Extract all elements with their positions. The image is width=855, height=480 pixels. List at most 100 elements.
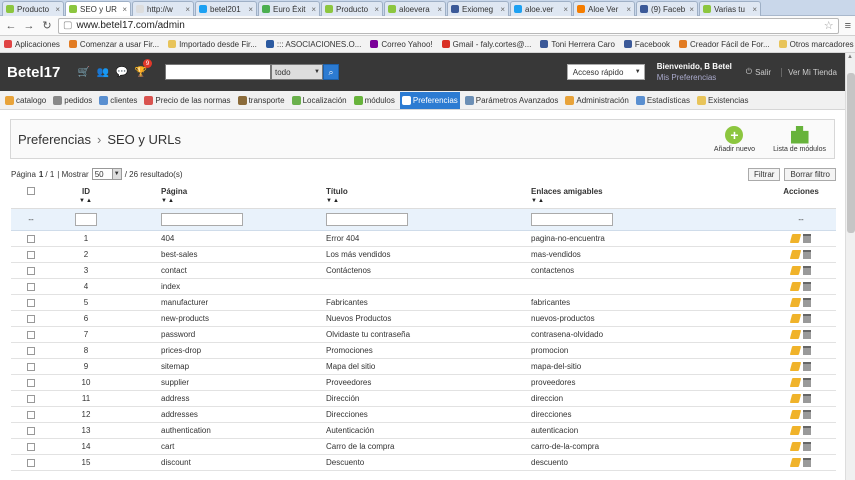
nav-item[interactable]: módulos [352, 92, 397, 109]
delete-icon[interactable] [803, 394, 811, 403]
delete-icon[interactable] [803, 362, 811, 371]
bookmark-item[interactable]: Creador Fácil de For... [679, 40, 770, 49]
nav-item[interactable]: catalogo [3, 92, 48, 109]
filter-title-input[interactable] [326, 213, 408, 226]
row-checkbox[interactable] [27, 394, 35, 403]
table-row[interactable]: 15 discount Descuento descuento [11, 455, 836, 471]
table-row[interactable]: 7 password Olvidaste tu contraseña contrase… [11, 327, 836, 343]
delete-icon[interactable] [803, 282, 811, 291]
table-row[interactable]: 12 addresses Direcciones direcciones [11, 407, 836, 423]
row-checkbox[interactable] [27, 314, 35, 323]
browser-tab[interactable]: Varias tu × [699, 1, 761, 16]
nav-item[interactable]: pedidos [51, 92, 94, 109]
edit-icon[interactable] [789, 362, 802, 371]
edit-icon[interactable] [789, 234, 802, 243]
bookmark-item[interactable]: Correo Yahoo! [370, 40, 433, 49]
nav-item[interactable]: clientes [97, 92, 139, 109]
breadcrumb-parent[interactable]: Preferencias [18, 132, 91, 147]
close-icon[interactable]: × [311, 5, 316, 14]
close-icon[interactable]: × [55, 5, 60, 14]
close-icon[interactable]: × [626, 5, 631, 14]
edit-icon[interactable] [789, 330, 802, 339]
browser-tab[interactable]: aloe.ver × [510, 1, 572, 16]
row-checkbox[interactable] [27, 282, 35, 291]
delete-icon[interactable] [803, 250, 811, 259]
filter-friendly-input[interactable] [531, 213, 613, 226]
url-input[interactable]: ▢ www.betel17.com/admin ☆ [58, 17, 839, 34]
close-icon[interactable]: × [500, 5, 505, 14]
table-row[interactable]: 1 404 Error 404 pagina-no-encuentra [11, 231, 836, 247]
sort-arrows-icon[interactable]: ▼▲ [531, 198, 766, 204]
edit-icon[interactable] [789, 282, 802, 291]
filter-page-input[interactable] [161, 213, 243, 226]
bookmark-item[interactable]: Importado desde Fir... [168, 40, 257, 49]
select-all-checkbox[interactable] [27, 187, 35, 195]
browser-menu-icon[interactable]: ≡ [845, 20, 851, 32]
bookmark-star-icon[interactable]: ☆ [824, 19, 834, 32]
page-scrollbar[interactable]: ▲ [845, 53, 855, 480]
browser-tab[interactable]: Aloe Ver × [573, 1, 635, 16]
browser-tab[interactable]: Producto × [321, 1, 383, 16]
delete-icon[interactable] [803, 442, 811, 451]
my-preferences-link[interactable]: Mis Preferencias [657, 72, 742, 83]
nav-item[interactable]: Estadísticas [634, 92, 692, 109]
row-checkbox[interactable] [27, 426, 35, 435]
view-store-link[interactable]: Ver Mi Tienda [781, 67, 837, 77]
add-new-button[interactable]: + Añadir nuevo [714, 125, 755, 153]
bookmark-item[interactable]: Toni Herrera Caro [540, 40, 615, 49]
close-icon[interactable]: × [563, 5, 568, 14]
customers-icon[interactable]: 👥 [96, 65, 110, 79]
delete-icon[interactable] [803, 330, 811, 339]
search-scope-select[interactable]: todo ▼ [271, 64, 323, 80]
logout-button[interactable]: ⏻ Salir [746, 67, 771, 77]
edit-icon[interactable] [789, 314, 802, 323]
table-row[interactable]: 10 supplier Proveedores proveedores [11, 375, 836, 391]
close-icon[interactable]: × [248, 5, 253, 14]
row-checkbox[interactable] [27, 250, 35, 259]
browser-tab[interactable]: betel201 × [195, 1, 257, 16]
sort-arrows-icon[interactable]: ▼▲ [326, 198, 531, 204]
edit-icon[interactable] [789, 378, 802, 387]
delete-icon[interactable] [803, 458, 811, 467]
close-icon[interactable]: × [374, 5, 379, 14]
row-checkbox[interactable] [27, 410, 35, 419]
browser-tab[interactable]: (9) Faceb × [636, 1, 698, 16]
browser-tab[interactable]: aloevera × [384, 1, 446, 16]
sort-arrows-icon[interactable]: ▼▲ [161, 198, 326, 204]
row-checkbox[interactable] [27, 458, 35, 467]
delete-icon[interactable] [803, 346, 811, 355]
delete-icon[interactable] [803, 266, 811, 275]
edit-icon[interactable] [789, 410, 802, 419]
browser-tab[interactable]: Euro Éxit × [258, 1, 320, 16]
nav-item[interactable]: Localización [290, 92, 349, 109]
row-checkbox[interactable] [27, 234, 35, 243]
table-row[interactable]: 14 cart Carro de la compra carro-de-la-comp… [11, 439, 836, 455]
row-checkbox[interactable] [27, 378, 35, 387]
edit-icon[interactable] [789, 426, 802, 435]
browser-tab[interactable]: http://w × [132, 1, 194, 16]
row-checkbox[interactable] [27, 330, 35, 339]
cart-icon[interactable]: 🛒 [77, 65, 91, 79]
row-checkbox[interactable] [27, 266, 35, 275]
reset-filter-button[interactable]: Borrar filtro [784, 167, 836, 181]
per-page-select[interactable]: 50 ▼ [91, 168, 122, 180]
table-row[interactable]: 2 best-sales Los más vendidos mas-vendidos [11, 247, 836, 263]
table-row[interactable]: 8 prices-drop Promociones promocion [11, 343, 836, 359]
search-button[interactable]: ⌕ [323, 64, 339, 80]
modules-list-button[interactable]: Lista de módulos [773, 125, 826, 153]
table-row[interactable]: 6 new-products Nuevos Productos nuevos-prod… [11, 311, 836, 327]
table-row[interactable]: 5 manufacturer Fabricantes fabricantes [11, 295, 836, 311]
row-checkbox[interactable] [27, 442, 35, 451]
close-icon[interactable]: × [122, 5, 127, 14]
delete-icon[interactable] [803, 234, 811, 243]
table-row[interactable]: 3 contact Contáctenos contactenos [11, 263, 836, 279]
scroll-thumb[interactable] [847, 73, 855, 233]
table-row[interactable]: 11 address Dirección direccion [11, 391, 836, 407]
messages-icon[interactable]: 💬 [115, 65, 129, 79]
browser-tab[interactable]: SEO y UR × [65, 1, 131, 16]
bookmark-item[interactable]: Facebook [623, 40, 670, 49]
table-row[interactable]: 13 authentication Autenticación autenticaci… [11, 423, 836, 439]
row-checkbox[interactable] [27, 362, 35, 371]
table-row[interactable]: 4 index [11, 279, 836, 295]
filter-id-input[interactable] [75, 213, 97, 226]
